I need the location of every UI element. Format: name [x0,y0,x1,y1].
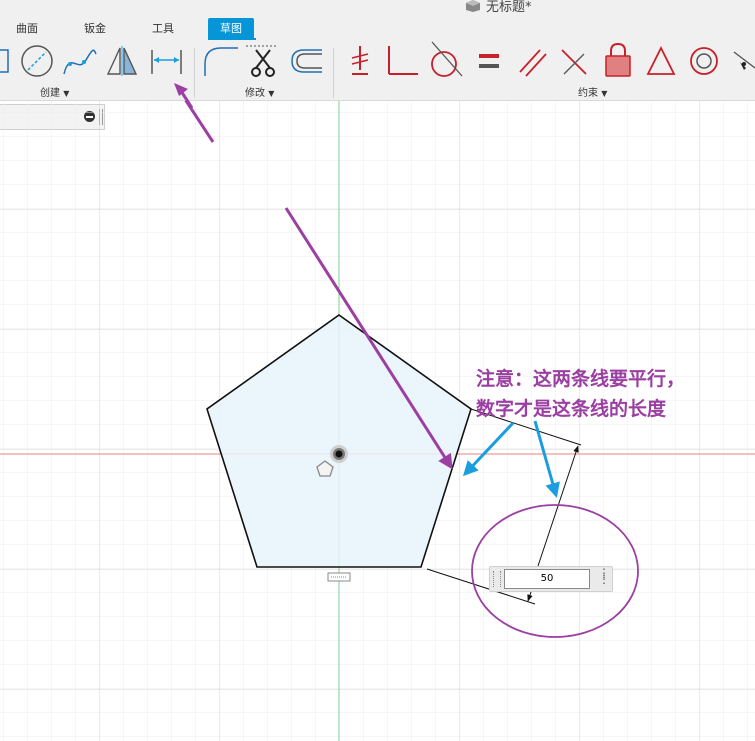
ribbon-tabs: 曲面 钣金 工具 草图 无标题* [0,0,755,40]
modify-label: 修改 [245,88,265,99]
more-options-icon[interactable]: ⋮ ⋮ [598,567,610,585]
fillet-icon[interactable] [204,47,238,76]
toolbar-icons [0,41,755,77]
tangent-icon[interactable] [431,41,463,77]
dimension-value-input[interactable] [504,569,590,589]
create-menu[interactable]: 创建 ▼ [40,84,69,99]
document-title: 无标题* [486,0,532,15]
document-icon [466,0,480,12]
circle-icon[interactable] [21,45,53,77]
constraints-menu[interactable]: 约束 ▼ [578,84,607,99]
trim-icon[interactable] [246,45,276,77]
spline-icon[interactable] [63,49,97,75]
tab-sketch[interactable]: 草图 [208,18,254,38]
tab-tools[interactable]: 工具 [152,20,174,36]
lock-icon[interactable] [605,42,631,77]
fix-constraint-icon[interactable] [351,46,369,75]
dropdown-arrow-icon: ▼ [601,89,608,98]
constraints-label: 约束 [578,88,598,99]
sketch-dimension-icon[interactable] [151,50,182,74]
drag-handle-icon[interactable] [493,571,501,587]
sketch-toolbar: 创建 ▼ 修改 ▼ 约束 ▼ [0,40,755,101]
offset-icon[interactable] [291,49,322,73]
toolbar-separator [333,48,334,98]
modify-menu[interactable]: 修改 ▼ [245,84,274,99]
midpoint-icon[interactable] [646,45,676,75]
horizontal-constraint-icon[interactable] [327,572,351,582]
center-point-icon[interactable] [330,445,348,463]
perpendicular-icon[interactable] [388,46,418,75]
annotation-line-2: 数字才是这条线的长度 [476,398,667,420]
collinear-icon[interactable] [561,49,587,75]
parallel-icon[interactable] [519,49,547,77]
purple-arrowhead-icon [174,83,194,108]
annotation-line-1: 注意：这两条线要平行， [476,368,686,390]
sketch-canvas[interactable] [0,101,755,741]
dimension-input-box: ⋮⋮ [489,566,613,592]
tab-surface[interactable]: 曲面 [16,20,38,36]
tab-sheet-metal[interactable]: 钣金 [84,20,106,36]
mirror-icon[interactable] [106,46,138,76]
dropdown-arrow-icon: ▼ [268,89,275,98]
concentric-icon[interactable] [690,47,718,75]
coincident-icon[interactable] [733,51,755,70]
equal-icon[interactable] [479,54,499,68]
dropdown-arrow-icon: ▼ [63,89,70,98]
rectangle-icon[interactable] [0,49,9,73]
create-label: 创建 [40,88,60,99]
